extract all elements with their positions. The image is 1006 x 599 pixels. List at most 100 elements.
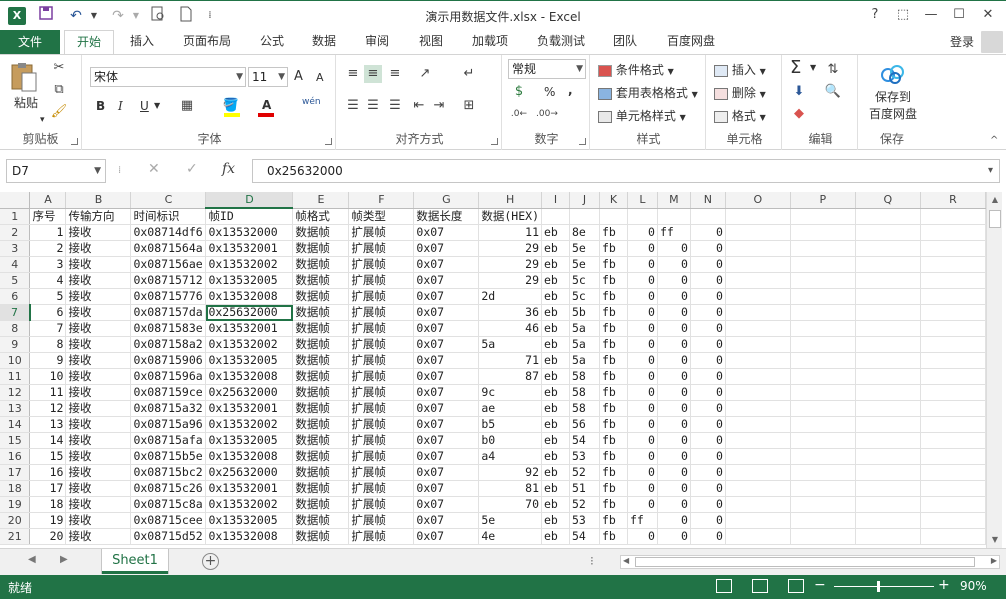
bold-button[interactable]: B bbox=[96, 99, 105, 113]
cell-q19[interactable] bbox=[855, 496, 921, 513]
cell-b12[interactable]: 接收 bbox=[65, 384, 132, 401]
cell-e4[interactable]: 数据帧 bbox=[292, 256, 350, 273]
avatar[interactable] bbox=[981, 31, 1003, 53]
cell-r4[interactable] bbox=[920, 256, 986, 273]
cell-g1[interactable]: 数据长度 bbox=[413, 208, 480, 225]
cell-f12[interactable]: 扩展帧 bbox=[348, 384, 415, 401]
number-format-select[interactable]: 常规 ▼ bbox=[508, 59, 586, 79]
cell-k13[interactable]: fb bbox=[599, 400, 628, 417]
print-preview-icon[interactable] bbox=[148, 6, 168, 26]
scroll-up-icon[interactable]: ▲ bbox=[987, 192, 1003, 208]
insert-function-icon[interactable]: fx bbox=[222, 161, 235, 177]
cell-a18[interactable]: 17 bbox=[29, 480, 67, 497]
cell-j9[interactable]: 5a bbox=[569, 336, 600, 353]
cell-r6[interactable] bbox=[920, 288, 986, 305]
cell-n20[interactable]: 0 bbox=[690, 512, 726, 529]
column-header-f[interactable]: F bbox=[348, 192, 415, 209]
cell-o2[interactable] bbox=[725, 224, 791, 241]
cell-d5[interactable]: 0x13532005 bbox=[205, 272, 294, 289]
cell-k6[interactable]: fb bbox=[599, 288, 628, 305]
alignment-launcher-icon[interactable] bbox=[491, 138, 498, 145]
cell-p10[interactable] bbox=[790, 352, 856, 369]
autosum-button[interactable]: Σ bbox=[790, 57, 801, 78]
cell-b11[interactable]: 接收 bbox=[65, 368, 132, 385]
vertical-scrollbar[interactable]: ▲ ▼ bbox=[986, 192, 1002, 548]
cell-c12[interactable]: 0x087159ce bbox=[130, 384, 207, 401]
cell-q1[interactable] bbox=[855, 208, 921, 225]
cell-j5[interactable]: 5c bbox=[569, 272, 600, 289]
cell-d21[interactable]: 0x13532008 bbox=[205, 528, 294, 545]
cell-g5[interactable]: 0x07 bbox=[413, 272, 480, 289]
cell-a4[interactable]: 3 bbox=[29, 256, 67, 273]
cell-p1[interactable] bbox=[790, 208, 856, 225]
tab-split-handle-icon[interactable]: ⁝ bbox=[590, 554, 594, 568]
cell-o12[interactable] bbox=[725, 384, 791, 401]
cell-r9[interactable] bbox=[920, 336, 986, 353]
cell-f19[interactable]: 扩展帧 bbox=[348, 496, 415, 513]
cell-q15[interactable] bbox=[855, 432, 921, 449]
cell-n19[interactable]: 0 bbox=[690, 496, 726, 513]
cell-h12[interactable]: 9c bbox=[478, 384, 542, 401]
column-header-q[interactable]: Q bbox=[855, 192, 921, 209]
cell-i16[interactable]: eb bbox=[541, 448, 570, 465]
cell-j20[interactable]: 53 bbox=[569, 512, 600, 529]
cell-f3[interactable]: 扩展帧 bbox=[348, 240, 415, 257]
cell-a7[interactable]: 6 bbox=[29, 304, 67, 321]
increase-decimal-icon[interactable]: .0← bbox=[510, 105, 528, 123]
cell-r10[interactable] bbox=[920, 352, 986, 369]
cell-g10[interactable]: 0x07 bbox=[413, 352, 480, 369]
row-header[interactable]: 17 bbox=[0, 464, 31, 481]
row-header[interactable]: 19 bbox=[0, 496, 31, 513]
cell-n8[interactable]: 0 bbox=[690, 320, 726, 337]
cell-n5[interactable]: 0 bbox=[690, 272, 726, 289]
cell-m11[interactable]: 0 bbox=[657, 368, 691, 385]
row-header[interactable]: 8 bbox=[0, 320, 31, 337]
cell-h13[interactable]: ae bbox=[478, 400, 542, 417]
cell-b19[interactable]: 接收 bbox=[65, 496, 132, 513]
cell-p21[interactable] bbox=[790, 528, 856, 545]
cell-k7[interactable]: fb bbox=[599, 304, 628, 321]
cell-m4[interactable]: 0 bbox=[657, 256, 691, 273]
column-header-b[interactable]: B bbox=[65, 192, 132, 209]
cell-e2[interactable]: 数据帧 bbox=[292, 224, 350, 241]
cell-c1[interactable]: 时间标识 bbox=[130, 208, 207, 225]
cell-d10[interactable]: 0x13532005 bbox=[205, 352, 294, 369]
cell-h21[interactable]: 4e bbox=[478, 528, 542, 545]
cell-c13[interactable]: 0x08715a32 bbox=[130, 400, 207, 417]
cell-m1[interactable] bbox=[657, 208, 691, 225]
collapse-ribbon-icon[interactable]: ^ bbox=[990, 135, 998, 146]
cell-g4[interactable]: 0x07 bbox=[413, 256, 480, 273]
cell-d17[interactable]: 0x25632000 bbox=[205, 464, 294, 481]
conditional-format-button[interactable]: 条件格式 ▼ bbox=[598, 61, 674, 78]
cell-q12[interactable] bbox=[855, 384, 921, 401]
scroll-left-icon[interactable]: ◀ bbox=[623, 556, 629, 565]
cell-r14[interactable] bbox=[920, 416, 986, 433]
cell-i14[interactable]: eb bbox=[541, 416, 570, 433]
cell-l6[interactable]: 0 bbox=[627, 288, 658, 305]
cell-j8[interactable]: 5a bbox=[569, 320, 600, 337]
cell-a19[interactable]: 18 bbox=[29, 496, 67, 513]
cell-r1[interactable] bbox=[920, 208, 986, 225]
cell-d6[interactable]: 0x13532008 bbox=[205, 288, 294, 305]
cell-g8[interactable]: 0x07 bbox=[413, 320, 480, 337]
cell-j11[interactable]: 58 bbox=[569, 368, 600, 385]
cell-f13[interactable]: 扩展帧 bbox=[348, 400, 415, 417]
cell-r2[interactable] bbox=[920, 224, 986, 241]
cell-d7[interactable]: 0x25632000 bbox=[205, 304, 294, 321]
cell-k5[interactable]: fb bbox=[599, 272, 628, 289]
cell-q11[interactable] bbox=[855, 368, 921, 385]
cell-r15[interactable] bbox=[920, 432, 986, 449]
cell-k10[interactable]: fb bbox=[599, 352, 628, 369]
cell-g12[interactable]: 0x07 bbox=[413, 384, 480, 401]
cell-f18[interactable]: 扩展帧 bbox=[348, 480, 415, 497]
row-header[interactable]: 1 bbox=[0, 208, 31, 225]
cell-k20[interactable]: fb bbox=[599, 512, 628, 529]
cell-h2[interactable]: 11 bbox=[478, 224, 542, 241]
cell-p13[interactable] bbox=[790, 400, 856, 417]
cell-b7[interactable]: 接收 bbox=[65, 304, 132, 321]
row-header[interactable]: 18 bbox=[0, 480, 31, 497]
cell-l10[interactable]: 0 bbox=[627, 352, 658, 369]
cell-h10[interactable]: 71 bbox=[478, 352, 542, 369]
cell-k15[interactable]: fb bbox=[599, 432, 628, 449]
customize-quick-access-icon[interactable]: ⁞ bbox=[200, 6, 220, 26]
